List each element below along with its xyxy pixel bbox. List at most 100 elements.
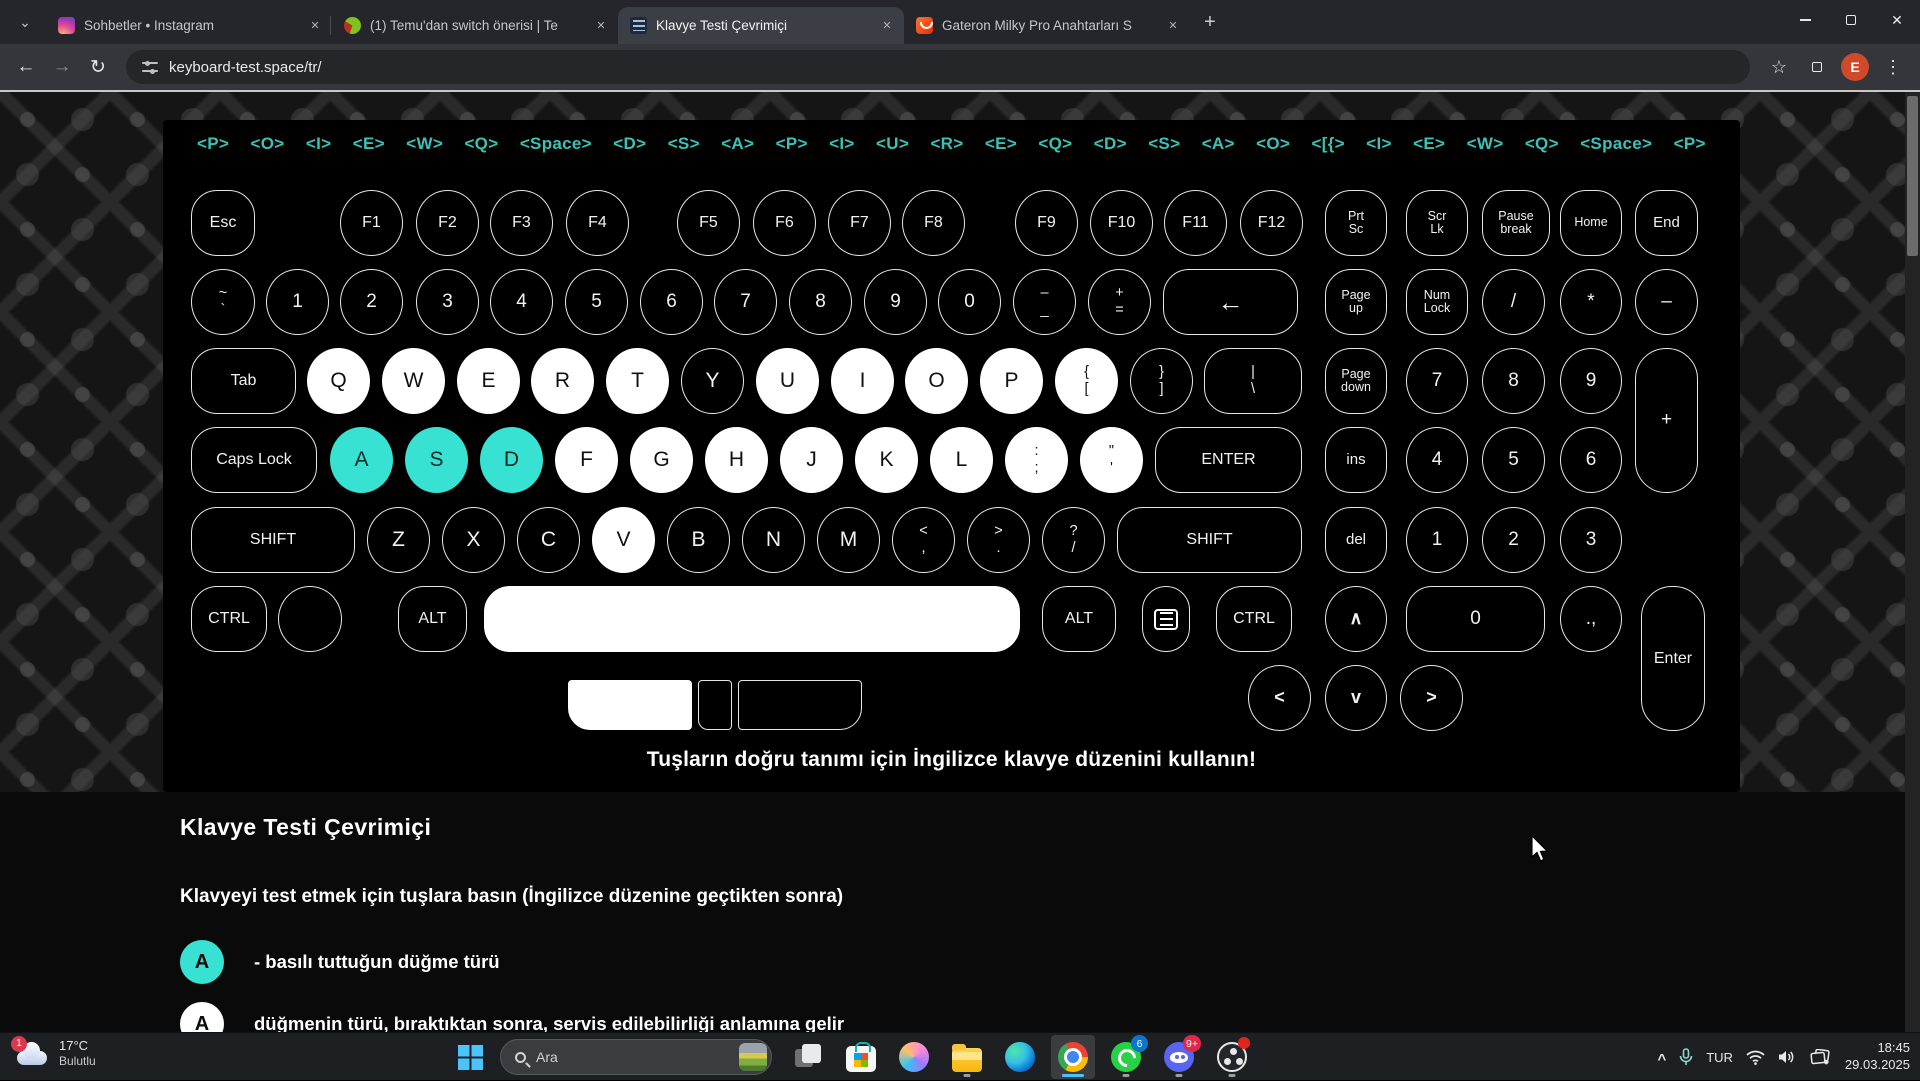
- key-end[interactable]: End: [1635, 190, 1698, 256]
- key-page-up[interactable]: Pageup: [1325, 269, 1387, 335]
- key-quote[interactable]: "': [1080, 427, 1143, 493]
- key-r[interactable]: R: [531, 348, 594, 414]
- key-f1[interactable]: F1: [340, 190, 403, 256]
- volume-icon[interactable]: [1778, 1049, 1797, 1065]
- key-caps-lock[interactable]: Caps Lock: [191, 427, 317, 493]
- key-scrlk[interactable]: ScrLk: [1406, 190, 1468, 256]
- key-f4[interactable]: F4: [566, 190, 629, 256]
- taskbar-app-copilot[interactable]: [892, 1035, 936, 1079]
- tab-close-button[interactable]: ✕: [878, 17, 896, 35]
- key-v[interactable]: V: [592, 507, 655, 573]
- tab-3[interactable]: Klavye Testi Çevrimiçi✕: [618, 7, 904, 44]
- key-shift-left[interactable]: SHIFT: [191, 507, 355, 573]
- language-indicator[interactable]: TUR: [1706, 1050, 1733, 1065]
- key-0[interactable]: 0: [938, 269, 1001, 335]
- tab-search-caret-icon[interactable]: ⌄: [10, 7, 40, 37]
- key-f9[interactable]: F9: [1015, 190, 1078, 256]
- spotlight-photos-icon[interactable]: [1810, 1049, 1832, 1066]
- key-bracket-right[interactable]: }]: [1130, 348, 1193, 414]
- key-comma[interactable]: <,: [892, 507, 955, 573]
- key-d[interactable]: D: [480, 427, 543, 493]
- key-backquote[interactable]: ~`: [191, 269, 255, 335]
- key-np5[interactable]: 5: [1482, 427, 1545, 493]
- key-arrow-right[interactable]: >: [1400, 665, 1463, 731]
- reload-button[interactable]: ↻: [82, 51, 114, 83]
- key-arrow-down[interactable]: v: [1325, 665, 1387, 731]
- key-minus[interactable]: –_: [1013, 269, 1076, 335]
- taskbar-app-obs[interactable]: [1210, 1035, 1254, 1079]
- key-alt-left[interactable]: ALT: [398, 586, 467, 652]
- key-ins[interactable]: ins: [1325, 427, 1387, 493]
- key-f3[interactable]: F3: [490, 190, 553, 256]
- scrollbar-thumb[interactable]: [1907, 96, 1918, 256]
- key-np2[interactable]: 2: [1482, 507, 1545, 573]
- key-f7[interactable]: F7: [828, 190, 891, 256]
- key-q[interactable]: Q: [307, 348, 370, 414]
- taskbar-app-edge[interactable]: [998, 1035, 1042, 1079]
- back-button[interactable]: ←: [10, 51, 42, 83]
- key-f11[interactable]: F11: [1164, 190, 1227, 256]
- key-m[interactable]: M: [817, 507, 880, 573]
- tab-4[interactable]: Gateron Milky Pro Anahtarları S✕: [904, 7, 1190, 44]
- key-num-lock[interactable]: NumLock: [1406, 269, 1468, 335]
- key-9[interactable]: 9: [864, 269, 927, 335]
- minimize-button[interactable]: [1782, 0, 1828, 40]
- side-panel-icon[interactable]: [1800, 50, 1834, 84]
- key-f8[interactable]: F8: [902, 190, 965, 256]
- key-page-down[interactable]: Pagedown: [1325, 348, 1387, 414]
- key-8[interactable]: 8: [789, 269, 852, 335]
- tab-close-button[interactable]: ✕: [306, 17, 324, 35]
- taskbar-clock[interactable]: 18:45 29.03.2025: [1845, 1040, 1910, 1074]
- close-button[interactable]: ✕: [1874, 0, 1920, 40]
- key-pause[interactable]: Pausebreak: [1482, 190, 1550, 256]
- key-space[interactable]: [484, 586, 1020, 652]
- key-u[interactable]: U: [756, 348, 819, 414]
- key-z[interactable]: Z: [367, 507, 430, 573]
- key-np-plus[interactable]: +: [1635, 348, 1698, 493]
- key-np0[interactable]: 0: [1406, 586, 1545, 652]
- maximize-button[interactable]: [1828, 0, 1874, 40]
- key-np3[interactable]: 3: [1560, 507, 1622, 573]
- key-np-dot[interactable]: .,: [1560, 586, 1622, 652]
- key-np1[interactable]: 1: [1406, 507, 1468, 573]
- key-4[interactable]: 4: [490, 269, 553, 335]
- taskbar-app-explorer[interactable]: [945, 1035, 989, 1079]
- new-tab-button[interactable]: +: [1196, 8, 1224, 36]
- taskbar-app-discord[interactable]: 9+: [1157, 1035, 1201, 1079]
- key-i[interactable]: I: [831, 348, 894, 414]
- key-f12[interactable]: F12: [1240, 190, 1303, 256]
- key-6[interactable]: 6: [640, 269, 703, 335]
- key-o[interactable]: O: [905, 348, 968, 414]
- key-b[interactable]: B: [667, 507, 730, 573]
- weather-widget[interactable]: 1 17°C Bulutlu: [14, 1038, 96, 1069]
- key-win[interactable]: [278, 586, 342, 652]
- key-f10[interactable]: F10: [1090, 190, 1153, 256]
- key-menu[interactable]: [1142, 586, 1190, 652]
- taskbar-app-chrome[interactable]: [1051, 1035, 1095, 1079]
- key-semicolon[interactable]: :;: [1005, 427, 1068, 493]
- key-f5[interactable]: F5: [677, 190, 740, 256]
- key-np-minus[interactable]: –: [1635, 269, 1698, 335]
- taskbar-app-whatsapp[interactable]: 6: [1104, 1035, 1148, 1079]
- key-f2[interactable]: F2: [416, 190, 479, 256]
- key-np9[interactable]: 9: [1560, 348, 1622, 414]
- key-n[interactable]: N: [742, 507, 805, 573]
- key-p[interactable]: P: [980, 348, 1043, 414]
- bing-daily-image[interactable]: [739, 1043, 767, 1071]
- kebab-menu-icon[interactable]: ⋮: [1876, 50, 1910, 84]
- key-ctrl-left[interactable]: CTRL: [191, 586, 267, 652]
- address-bar[interactable]: keyboard-test.space/tr/: [126, 50, 1750, 84]
- key-np-enter[interactable]: Enter: [1641, 586, 1705, 731]
- key-tab[interactable]: Tab: [191, 348, 296, 414]
- start-button[interactable]: [450, 1037, 490, 1077]
- key-backspace[interactable]: ←: [1163, 269, 1298, 335]
- key-shift-right[interactable]: SHIFT: [1117, 507, 1302, 573]
- key-backslash[interactable]: |\: [1204, 348, 1302, 414]
- key-3[interactable]: 3: [416, 269, 479, 335]
- key-np-slash[interactable]: /: [1482, 269, 1545, 335]
- key-y[interactable]: Y: [681, 348, 744, 414]
- key-slash[interactable]: ?/: [1042, 507, 1105, 573]
- key-a[interactable]: A: [330, 427, 393, 493]
- key-period[interactable]: >.: [967, 507, 1030, 573]
- key-1[interactable]: 1: [266, 269, 329, 335]
